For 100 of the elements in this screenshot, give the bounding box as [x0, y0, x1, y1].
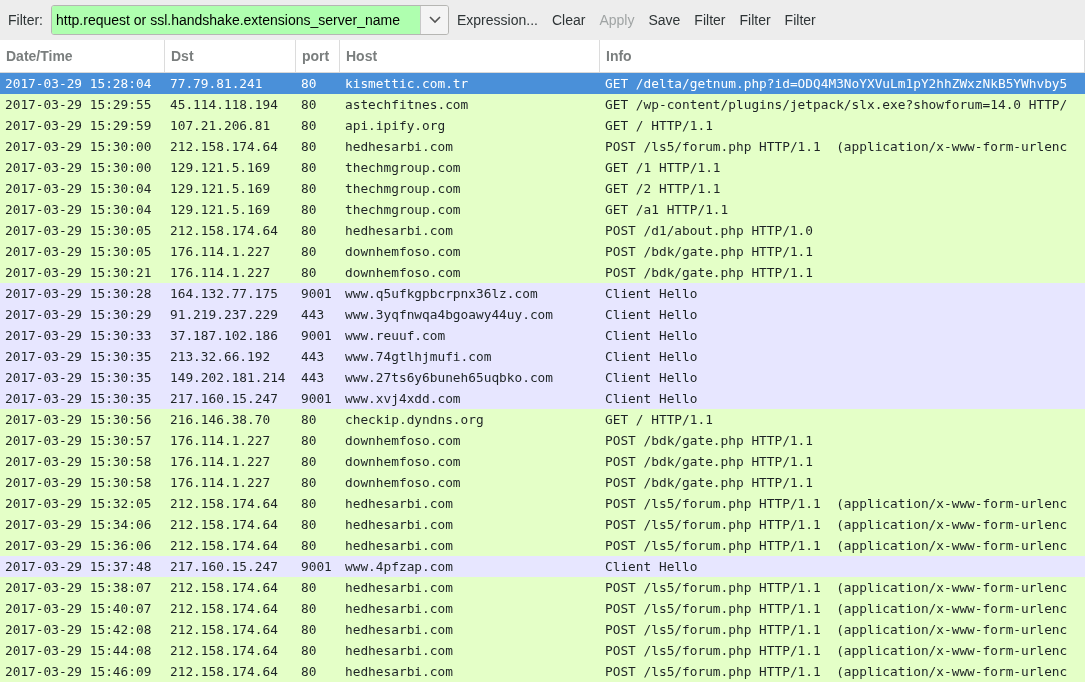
table-cell-text: POST /bdk/gate.php HTTP/1.1 — [605, 242, 814, 261]
table-cell-text: POST /ls5/forum.php HTTP/1.1 (application/x-www-form-urlenc — [605, 137, 1068, 156]
table-cell-text: 443 — [301, 368, 325, 387]
column-header[interactable]: port — [296, 40, 340, 72]
table-row[interactable]: 2017-03-29 15:30:04 129.121.5.169 80 thechmgroup.com GET /a1 HTTP/1.1 — [0, 199, 1085, 220]
table-row[interactable]: 2017-03-29 15:30:28 164.132.77.175 9001 www.q5ufkgpbcrpnx36lz.com Client Hello — [0, 283, 1085, 304]
table-cell-text: 9001 — [301, 326, 332, 345]
table-cell-text: Client Hello — [605, 305, 698, 324]
table-cell-text: 212.158.174.64 — [170, 536, 278, 555]
table-row[interactable]: 2017-03-29 15:30:35 149.202.181.214 443 www.27ts6y6buneh65uqbko.com Client Hello — [0, 367, 1085, 388]
table-cell-text: 107.21.206.81 — [170, 116, 271, 135]
table-cell-text: 80 — [301, 494, 317, 513]
table-cell-text: Client Hello — [605, 557, 698, 576]
table-cell-text: 176.114.1.227 — [170, 452, 271, 471]
table-cell-text: 149.202.181.214 — [170, 368, 286, 387]
toolbar-button[interactable]: Filter — [733, 5, 777, 35]
table-cell-text: POST /bdk/gate.php HTTP/1.1 — [605, 263, 814, 282]
toolbar-button[interactable]: Clear — [545, 5, 592, 35]
table-cell-text: 80 — [301, 95, 317, 114]
toolbar-button[interactable]: Filter — [688, 5, 732, 35]
table-row[interactable]: 2017-03-29 15:30:05 212.158.174.64 80 hedhesarbi.com POST /d1/about.php HTTP/1.0 — [0, 220, 1085, 241]
table-cell-text: 176.114.1.227 — [170, 263, 271, 282]
table-cell-text: POST /ls5/forum.php HTTP/1.1 (application/x-www-form-urlenc — [605, 662, 1068, 681]
table-cell-text: 80 — [301, 452, 317, 471]
table-row[interactable]: 2017-03-29 15:46:09 212.158.174.64 80 hedhesarbi.com POST /ls5/forum.php HTTP/1.1 (application/x-www-form-urlenc — [0, 661, 1085, 682]
table-cell-text: www.xvj4xdd.com — [345, 389, 461, 408]
table-cell-text: 80 — [301, 116, 317, 135]
table-cell-text: 212.158.174.64 — [170, 137, 278, 156]
table-row[interactable]: 2017-03-29 15:34:06 212.158.174.64 80 hedhesarbi.com POST /ls5/forum.php HTTP/1.1 (application/x-www-form-urlenc — [0, 514, 1085, 535]
table-row[interactable]: 2017-03-29 15:30:04 129.121.5.169 80 thechmgroup.com GET /2 HTTP/1.1 — [0, 178, 1085, 199]
table-cell-text: 80 — [301, 620, 317, 639]
table-cell-text: 2017-03-29 15:30:05 — [5, 242, 152, 261]
column-header[interactable]: Dst — [165, 40, 296, 72]
table-row[interactable]: 2017-03-29 15:30:57 176.114.1.227 80 downhemfoso.com POST /bdk/gate.php HTTP/1.1 — [0, 430, 1085, 451]
table-cell-text: 2017-03-29 15:30:28 — [5, 284, 152, 303]
table-cell-text: www.4pfzap.com — [345, 557, 453, 576]
table-row[interactable]: 2017-03-29 15:30:05 176.114.1.227 80 downhemfoso.com POST /bdk/gate.php HTTP/1.1 — [0, 241, 1085, 262]
table-cell-text: hedhesarbi.com — [345, 536, 453, 555]
column-header[interactable]: Date/Time — [0, 40, 165, 72]
table-cell-text: hedhesarbi.com — [345, 221, 453, 240]
table-cell-text: GET /a1 HTTP/1.1 — [605, 200, 729, 219]
table-row[interactable]: 2017-03-29 15:30:29 91.219.237.229 443 www.3yqfnwqa4bgoawy44uy.com Client Hello — [0, 304, 1085, 325]
filter-label: Filter: — [8, 10, 43, 30]
table-cell-text: POST /ls5/forum.php HTTP/1.1 (application/x-www-form-urlenc — [605, 578, 1068, 597]
table-cell-text: POST /bdk/gate.php HTTP/1.1 — [605, 431, 814, 450]
table-cell-text: downhemfoso.com — [345, 242, 461, 261]
table-cell-text: 9001 — [301, 284, 332, 303]
table-row[interactable]: 2017-03-29 15:30:56 216.146.38.70 80 checkip.dyndns.org GET / HTTP/1.1 — [0, 409, 1085, 430]
table-cell-text: 129.121.5.169 — [170, 200, 271, 219]
table-row[interactable]: 2017-03-29 15:30:35 217.160.15.247 9001 www.xvj4xdd.com Client Hello — [0, 388, 1085, 409]
table-cell-text: 176.114.1.227 — [170, 431, 271, 450]
table-row[interactable]: 2017-03-29 15:29:55 45.114.118.194 80 astechfitnes.com GET /wp-content/plugins/jetpack/slx.exe?showforum=14.0 HTTP/ — [0, 94, 1085, 115]
table-cell-text: POST /ls5/forum.php HTTP/1.1 (application/x-www-form-urlenc — [605, 515, 1068, 534]
table-cell-text: 80 — [301, 536, 317, 555]
table-cell-text: hedhesarbi.com — [345, 494, 453, 513]
table-cell-text: 80 — [301, 74, 317, 93]
table-cell-text: 2017-03-29 15:29:59 — [5, 116, 152, 135]
table-cell-text: 45.114.118.194 — [170, 95, 278, 114]
table-row[interactable]: 2017-03-29 15:30:00 129.121.5.169 80 thechmgroup.com GET /1 HTTP/1.1 — [0, 157, 1085, 178]
table-row[interactable]: 2017-03-29 15:38:07 212.158.174.64 80 hedhesarbi.com POST /ls5/forum.php HTTP/1.1 (application/x-www-form-urlenc — [0, 577, 1085, 598]
table-row[interactable]: 2017-03-29 15:30:21 176.114.1.227 80 downhemfoso.com POST /bdk/gate.php HTTP/1.1 — [0, 262, 1085, 283]
table-cell-text: GET /delta/getnum.php?id=ODQ4M3NoYXVuLm1pY2hhZWxzNkB5YWhvby5 — [605, 74, 1068, 93]
table-row[interactable]: 2017-03-29 15:36:06 212.158.174.64 80 hedhesarbi.com POST /ls5/forum.php HTTP/1.1 (application/x-www-form-urlenc — [0, 535, 1085, 556]
table-row[interactable]: 2017-03-29 15:44:08 212.158.174.64 80 hedhesarbi.com POST /ls5/forum.php HTTP/1.1 (application/x-www-form-urlenc — [0, 640, 1085, 661]
table-cell-text: hedhesarbi.com — [345, 620, 453, 639]
table-cell-text: POST /bdk/gate.php HTTP/1.1 — [605, 452, 814, 471]
table-cell-text: 80 — [301, 263, 317, 282]
table-row[interactable]: 2017-03-29 15:30:35 213.32.66.192 443 www.74gtlhjmufi.com Client Hello — [0, 346, 1085, 367]
table-cell-text: 2017-03-29 15:44:08 — [5, 641, 152, 660]
table-cell-text: 2017-03-29 15:30:00 — [5, 137, 152, 156]
table-cell-text: Client Hello — [605, 389, 698, 408]
table-cell-text: 80 — [301, 662, 317, 681]
table-cell-text: POST /ls5/forum.php HTTP/1.1 (application/x-www-form-urlenc — [605, 536, 1068, 555]
table-cell-text: GET / HTTP/1.1 — [605, 116, 713, 135]
table-row[interactable]: 2017-03-29 15:42:08 212.158.174.64 80 hedhesarbi.com POST /ls5/forum.php HTTP/1.1 (application/x-www-form-urlenc — [0, 619, 1085, 640]
toolbar-button[interactable]: Save — [642, 5, 687, 35]
table-row[interactable]: 2017-03-29 15:30:33 37.187.102.186 9001 www.reuuf.com Client Hello — [0, 325, 1085, 346]
table-cell-text: 80 — [301, 158, 317, 177]
table-row[interactable]: 2017-03-29 15:30:00 212.158.174.64 80 hedhesarbi.com POST /ls5/forum.php HTTP/1.1 (application/x-www-form-urlenc — [0, 136, 1085, 157]
table-cell-text: hedhesarbi.com — [345, 641, 453, 660]
table-cell-text: 2017-03-29 15:30:35 — [5, 368, 152, 387]
table-cell-text: POST /d1/about.php HTTP/1.0 — [605, 221, 814, 240]
table-row[interactable]: 2017-03-29 15:32:05 212.158.174.64 80 hedhesarbi.com POST /ls5/forum.php HTTP/1.1 (application/x-www-form-urlenc — [0, 493, 1085, 514]
column-header[interactable]: Host — [340, 40, 600, 72]
table-cell-text: GET /wp-content/plugins/jetpack/slx.exe?showforum=14.0 HTTP/ — [605, 95, 1068, 114]
table-cell-text: 80 — [301, 473, 317, 492]
table-row[interactable]: 2017-03-29 15:40:07 212.158.174.64 80 hedhesarbi.com POST /ls5/forum.php HTTP/1.1 (application/x-www-form-urlenc — [0, 598, 1085, 619]
column-header[interactable]: Info — [600, 40, 1085, 72]
table-cell-text: 212.158.174.64 — [170, 515, 278, 534]
toolbar-button[interactable]: Expression... — [451, 5, 544, 35]
table-cell-text: Client Hello — [605, 326, 698, 345]
table-row[interactable]: 2017-03-29 15:37:48 217.160.15.247 9001 www.4pfzap.com Client Hello — [0, 556, 1085, 577]
filter-field[interactable]: http.request or ssl.handshake.extensions_server_name — [51, 5, 449, 35]
table-cell-text: www.reuuf.com — [345, 326, 446, 345]
table-row[interactable]: 2017-03-29 15:29:59 107.21.206.81 80 api.ipify.org GET / HTTP/1.1 — [0, 115, 1085, 136]
table-row[interactable]: 2017-03-29 15:30:58 176.114.1.227 80 downhemfoso.com POST /bdk/gate.php HTTP/1.1 — [0, 472, 1085, 493]
toolbar-button[interactable]: Filter — [778, 5, 822, 35]
table-cell-text: hedhesarbi.com — [345, 137, 453, 156]
table-cell-text: 2017-03-29 15:32:05 — [5, 494, 152, 513]
table-row[interactable]: 2017-03-29 15:30:58 176.114.1.227 80 downhemfoso.com POST /bdk/gate.php HTTP/1.1 — [0, 451, 1085, 472]
